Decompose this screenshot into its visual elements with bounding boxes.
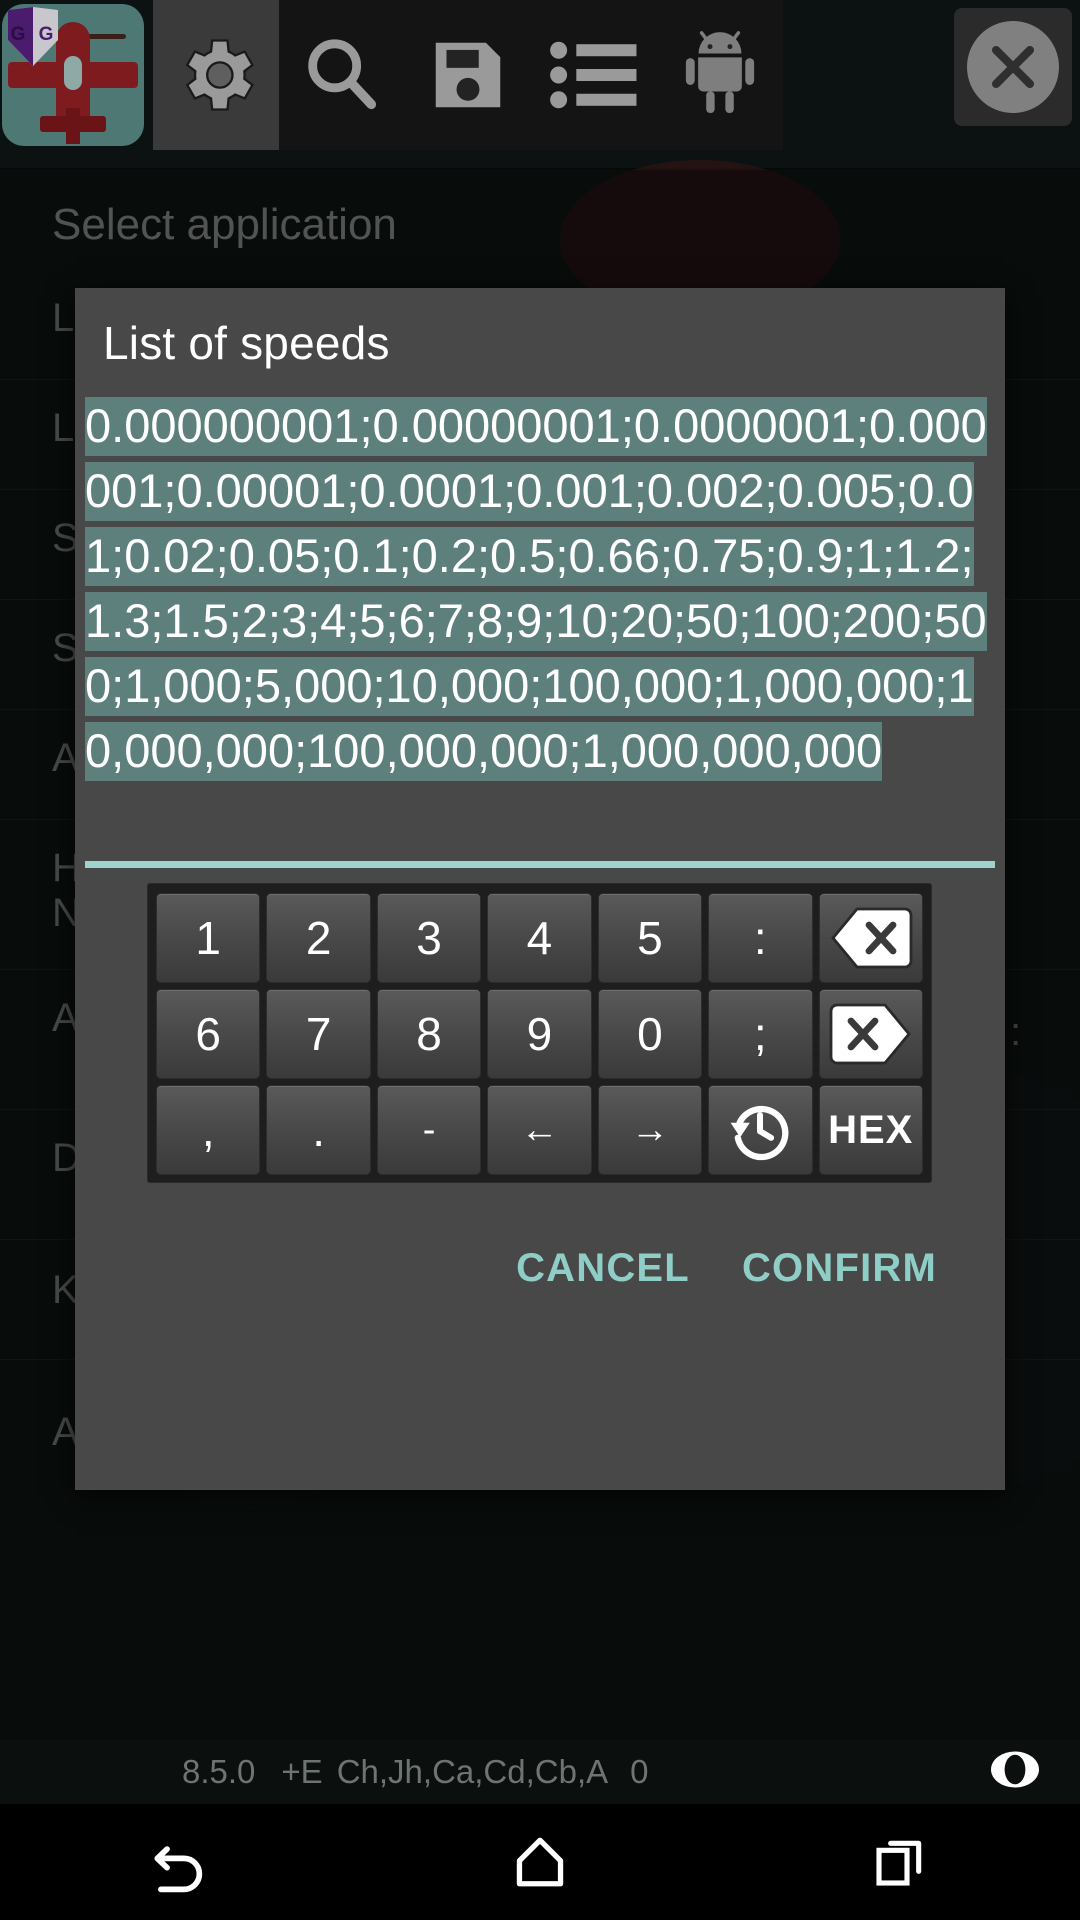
key-history[interactable] — [708, 1085, 813, 1175]
toolbar-save-button[interactable] — [405, 0, 531, 150]
android-navigation-bar — [0, 1804, 1080, 1920]
gear-icon — [185, 39, 254, 111]
plane-canopy — [63, 56, 82, 90]
home-icon — [516, 1837, 564, 1887]
toolbar-list-button[interactable] — [531, 0, 657, 150]
speeds-input-field[interactable]: 0.000000001;0.00000001;0.0000001;0.00000… — [85, 393, 995, 853]
gameguardian-toolbar: G G — [0, 0, 1080, 170]
status-bar: 8.5.0 +E Ch,Jh,Ca,Cd,Cb,A 0 — [0, 1740, 1080, 1804]
svg-text:G: G — [10, 24, 25, 45]
key-2[interactable]: 2 — [266, 893, 371, 983]
magnifier-icon — [308, 39, 377, 110]
list-icon — [550, 41, 637, 109]
key-1[interactable]: 1 — [156, 893, 261, 983]
dialog-title: List of speeds — [103, 317, 390, 369]
input-underline — [85, 861, 995, 868]
key-3[interactable]: 3 — [376, 893, 482, 983]
nav-recents-button[interactable] — [820, 1804, 980, 1920]
key-7[interactable]: 7 — [266, 989, 371, 1079]
confirm-button[interactable]: CONFIRM — [716, 1228, 963, 1309]
flags-label: Ch,Jh,Ca,Cd,Cb,A — [336, 1753, 609, 1790]
key-hex[interactable]: HEX — [818, 1085, 923, 1175]
close-circle-icon — [967, 21, 1059, 113]
close-icon — [991, 45, 1035, 89]
keypad-row-1: 1 2 3 4 5 : — [153, 890, 926, 986]
eye-toggle-button[interactable] — [988, 1750, 1042, 1795]
key-4[interactable]: 4 — [487, 893, 592, 983]
key-8[interactable]: 8 — [376, 989, 482, 1079]
android-robot-icon — [685, 31, 755, 113]
keypad-row-3: , . - ← → HEX — [153, 1082, 926, 1178]
app-icon-button[interactable]: G G — [0, 0, 145, 150]
toolbar-search-button[interactable] — [279, 0, 405, 150]
eye-icon — [991, 1751, 1039, 1788]
toolbar-android-button[interactable] — [657, 0, 783, 150]
backspace-icon — [830, 907, 913, 969]
key-colon[interactable]: : — [708, 893, 813, 983]
key-arrow-right[interactable]: → — [597, 1085, 703, 1175]
nav-home-button[interactable] — [460, 1804, 620, 1920]
version-label: 8.5.0 — [182, 1753, 256, 1790]
key-period[interactable]: . — [266, 1085, 371, 1175]
key-delete[interactable] — [818, 989, 923, 1079]
nav-back-button[interactable] — [100, 1804, 260, 1920]
key-5[interactable]: 5 — [597, 893, 703, 983]
back-icon — [154, 1846, 203, 1893]
dialog-actions: CANCEL CONFIRM — [75, 1208, 1005, 1328]
delete-forward-icon — [829, 1003, 911, 1065]
airplane-app-icon: G G — [1, 4, 144, 146]
numeric-keypad: 1 2 3 4 5 : 6 7 8 9 0 ; , . - ← → HEX — [147, 883, 932, 1183]
key-backspace[interactable] — [818, 893, 923, 983]
keypad-row-2: 6 7 8 9 0 ; — [153, 986, 926, 1082]
floppy-disk-icon — [435, 42, 501, 108]
toolbar-settings-button[interactable] — [153, 0, 279, 150]
list-of-speeds-dialog: List of speeds 0.000000001;0.00000001;0.… — [75, 288, 1005, 1490]
key-minus[interactable]: - — [376, 1085, 482, 1175]
selected-text: 0.000000001;0.00000001;0.0000001;0.00000… — [85, 397, 987, 781]
recents-icon — [876, 1840, 922, 1886]
key-6[interactable]: 6 — [156, 989, 261, 1079]
key-comma[interactable]: , — [156, 1085, 261, 1175]
speeds-input-value: 0.000000001;0.00000001;0.0000001;0.00000… — [85, 393, 995, 783]
history-clock-icon — [730, 1105, 789, 1161]
plane-tail — [65, 108, 80, 144]
key-arrow-left[interactable]: ← — [487, 1085, 592, 1175]
mode-label: +E — [281, 1753, 323, 1790]
key-9[interactable]: 9 — [487, 989, 592, 1079]
svg-text:G: G — [38, 24, 53, 45]
key-0[interactable]: 0 — [597, 989, 703, 1079]
key-semicolon[interactable]: ; — [708, 989, 813, 1079]
toolbar-divider — [145, 0, 153, 150]
cancel-button[interactable]: CANCEL — [490, 1228, 716, 1309]
gg-logo-icon: G G — [7, 7, 58, 66]
screen-root: G G Select application L L S S A H N A D… — [0, 0, 1080, 1920]
count-label: 0 — [630, 1753, 649, 1790]
toolbar-close-button[interactable] — [954, 8, 1072, 126]
